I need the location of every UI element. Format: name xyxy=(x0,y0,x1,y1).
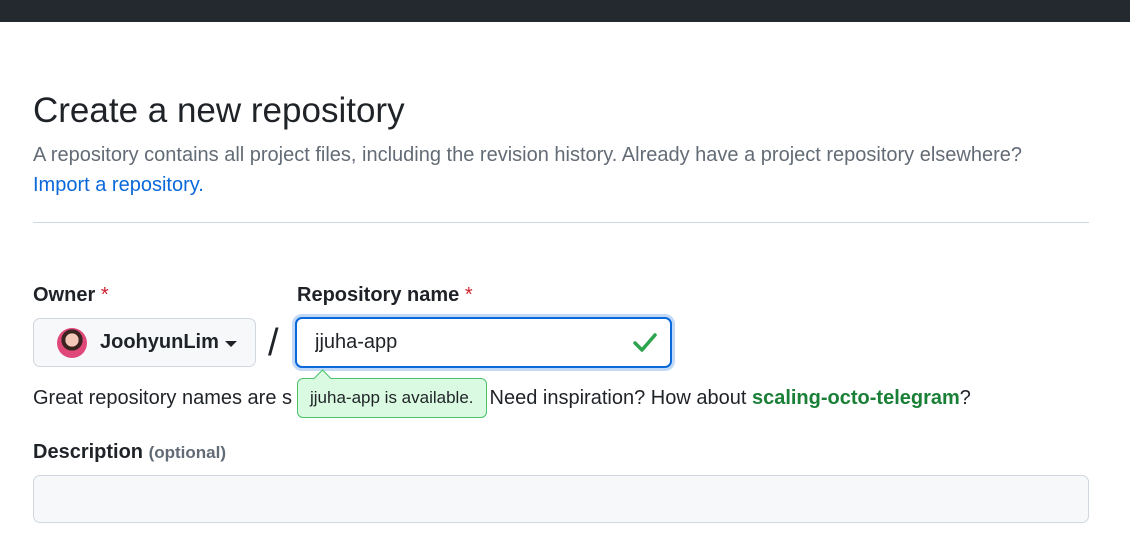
repository-name-field[interactable] xyxy=(295,317,672,368)
repository-name-label-text: Repository name xyxy=(297,284,460,306)
repository-name-hint: Great repository names are s Need inspir… xyxy=(33,384,971,412)
description-label: Description (optional) xyxy=(33,439,226,466)
user-avatar xyxy=(57,327,87,358)
owner-label: Owner * xyxy=(33,282,109,308)
owner-required-mark: * xyxy=(100,284,109,306)
repository-name-input[interactable] xyxy=(297,319,627,366)
page-description: A repository contains all project files,… xyxy=(33,140,1103,200)
page-title: Create a new repository xyxy=(33,91,405,130)
check-icon xyxy=(633,333,657,352)
hint-suffix: ? xyxy=(959,387,971,409)
chevron-down-icon xyxy=(224,340,237,347)
description-optional-text: (optional) xyxy=(148,443,227,462)
owner-repo-separator: / xyxy=(268,322,279,364)
suggested-name-link[interactable]: scaling-octo-telegram xyxy=(752,387,960,409)
owner-name: JoohyunLim xyxy=(100,331,219,353)
top-navigation-bar xyxy=(0,0,1130,22)
page-description-text: A repository contains all project files,… xyxy=(33,144,1023,166)
owner-select-button[interactable]: JoohyunLim xyxy=(33,318,256,367)
repository-name-label: Repository name * xyxy=(297,282,473,308)
description-label-text: Description xyxy=(33,441,144,463)
hint-middle: Need inspiration? How about xyxy=(484,387,752,409)
import-repository-link[interactable]: Import a repository. xyxy=(33,174,204,196)
hint-prefix: Great repository names are s xyxy=(33,387,292,409)
owner-label-text: Owner xyxy=(33,284,96,306)
description-input[interactable] xyxy=(33,475,1089,523)
section-divider xyxy=(33,222,1089,223)
repository-required-mark: * xyxy=(464,284,473,306)
availability-tooltip: jjuha-app is available. xyxy=(297,378,487,418)
